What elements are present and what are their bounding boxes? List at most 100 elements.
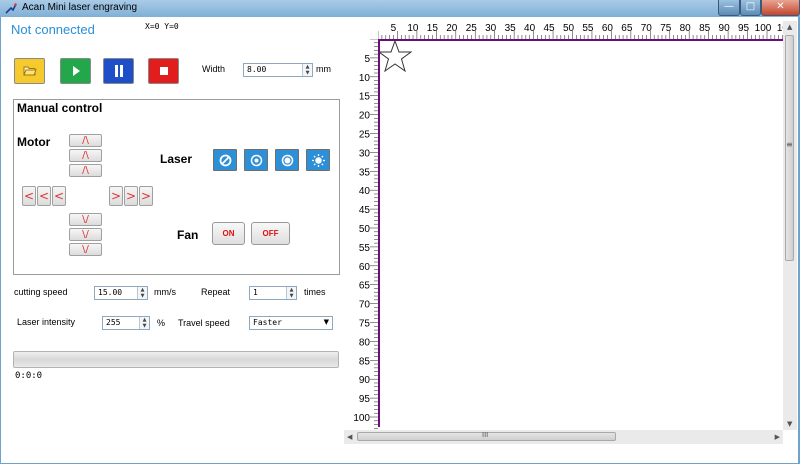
motor-down-2-button[interactable]: \/: [69, 228, 102, 241]
laser-intensity-unit: %: [157, 318, 166, 328]
cutting-speed-unit: mm/s: [154, 287, 176, 297]
scroll-left-icon[interactable]: ◀: [347, 433, 352, 441]
repeat-value: 1: [253, 288, 258, 297]
horizontal-scroll-thumb[interactable]: III: [357, 431, 616, 441]
width-value: 8.00: [247, 65, 267, 74]
cutting-speed-stepper[interactable]: ▲ ▼: [137, 287, 147, 299]
ruler-label-v: 95: [359, 394, 371, 405]
vertical-scrollbar[interactable]: ▲ ≡ ▼: [783, 21, 797, 430]
horizontal-scrollbar[interactable]: ◀ III ▶: [344, 430, 783, 444]
ruler-label-h: 30: [485, 23, 497, 34]
repeat-stepper[interactable]: ▲ ▼: [286, 287, 296, 299]
connection-status: Not connected: [11, 22, 95, 37]
ruler-label-h: 35: [505, 23, 517, 34]
folder-icon: [23, 66, 37, 76]
motor-up-3-button[interactable]: /\: [69, 164, 102, 177]
fan-label: Fan: [177, 228, 199, 242]
manual-control-title: Manual control: [17, 101, 103, 115]
sun-icon: [312, 154, 325, 167]
ruler-label-v: 60: [359, 262, 371, 273]
open-file-button[interactable]: [14, 58, 45, 84]
laser-intensity-stepper[interactable]: ▲ ▼: [139, 317, 149, 329]
stop-icon: [160, 67, 168, 75]
motor-up-1-button[interactable]: /\: [69, 134, 102, 147]
window-title: Acan Mini laser engraving: [22, 2, 138, 13]
ruler-label-h: 85: [699, 23, 711, 34]
vertical-grip: ≡: [786, 140, 793, 149]
motor-right-3-button[interactable]: >: [139, 186, 153, 206]
maximize-button[interactable]: □: [740, 0, 761, 16]
scroll-right-icon[interactable]: ▶: [775, 433, 780, 441]
ruler-label-h: 75: [660, 23, 672, 34]
motor-left-2-button[interactable]: <: [37, 186, 51, 206]
position-readout: X=0 Y=0: [145, 22, 179, 31]
motor-up-2-button[interactable]: /\: [69, 149, 102, 162]
ruler-label-h: 90: [719, 23, 731, 34]
ruler-label-v: 80: [359, 337, 371, 348]
prohibited-icon: [219, 154, 232, 167]
motor-left-1-button[interactable]: <: [52, 186, 66, 206]
ruler-label-h: 45: [543, 23, 555, 34]
start-button[interactable]: [60, 58, 91, 84]
ruler-label-h: 25: [466, 23, 478, 34]
motor-right-2-button[interactable]: >: [124, 186, 138, 206]
width-input[interactable]: 8.00 ▲ ▼: [243, 63, 313, 77]
ruler-label-h: 20: [446, 23, 458, 34]
fan-on-button[interactable]: ON: [212, 222, 245, 245]
ruler-label-v: 20: [359, 111, 371, 122]
laser-off-button[interactable]: [213, 149, 237, 171]
ruler-label-v: 35: [359, 167, 371, 178]
vertical-scroll-thumb[interactable]: ≡: [785, 35, 794, 261]
ruler-label-h: 65: [621, 23, 633, 34]
target-small-icon: [250, 154, 263, 167]
laser-intensity-value: 255: [106, 318, 121, 327]
ruler-label-h: 80: [680, 23, 692, 34]
minimize-button[interactable]: —: [718, 0, 740, 16]
pause-icon: [115, 65, 123, 77]
ruler-label-v: 70: [359, 300, 371, 311]
manual-control-panel: Manual control Motor /\ /\ /\ < < < > > …: [13, 99, 340, 275]
target-large-icon: [281, 154, 294, 167]
ruler-label-v: 10: [359, 73, 371, 84]
ruler-label-v: 90: [359, 375, 371, 386]
stop-button[interactable]: [148, 58, 179, 84]
laser-intensity-label: Laser intensity: [17, 317, 76, 327]
laser-low-button[interactable]: [244, 149, 268, 171]
pause-button[interactable]: [103, 58, 134, 84]
title-bar: Acan Mini laser engraving — □ ✕: [0, 0, 800, 17]
scroll-down-icon[interactable]: ▼: [787, 420, 792, 428]
cutting-speed-input[interactable]: 15.00 ▲ ▼: [94, 286, 148, 300]
laser-intensity-input[interactable]: 255 ▲ ▼: [102, 316, 150, 330]
motor-down-3-button[interactable]: \/: [69, 243, 102, 256]
app-icon: [5, 3, 17, 14]
ruler-label-h: 15: [427, 23, 439, 34]
cutting-speed-value: 15.00: [98, 288, 123, 297]
fan-off-button[interactable]: OFF: [251, 222, 290, 245]
repeat-label: Repeat: [201, 287, 231, 297]
close-button[interactable]: ✕: [761, 0, 800, 16]
ruler-label-h: 5: [391, 23, 397, 34]
repeat-input[interactable]: 1 ▲ ▼: [249, 286, 297, 300]
ruler-label-h: 40: [524, 23, 536, 34]
ruler-label-h: 50: [563, 23, 575, 34]
laser-medium-button[interactable]: [275, 149, 299, 171]
horizontal-grip: III: [482, 431, 489, 439]
motor-down-1-button[interactable]: \/: [69, 213, 102, 226]
repeat-unit: times: [304, 287, 326, 297]
star-shape[interactable]: [378, 40, 412, 72]
chevron-down-icon: ▼: [323, 318, 329, 326]
scroll-up-icon[interactable]: ▲: [787, 23, 792, 31]
ruler-label-v: 15: [359, 92, 371, 103]
laser-high-button[interactable]: [306, 149, 330, 171]
travel-speed-select[interactable]: Faster ▼: [249, 316, 333, 330]
motor-left-3-button[interactable]: <: [22, 186, 36, 206]
vertical-ruler: 5 10 15 20 25 30 35 40 45 50 55 60 65 70 75 80 85 90 95 100: [353, 39, 378, 429]
motor-right-1-button[interactable]: >: [109, 186, 123, 206]
width-stepper[interactable]: ▲ ▼: [302, 64, 312, 76]
work-area-border: [378, 39, 788, 427]
progress-bar: [13, 351, 339, 368]
cutting-speed-label: cutting speed: [14, 287, 68, 297]
ruler-label-h: 55: [582, 23, 594, 34]
width-label: Width: [202, 64, 226, 74]
ruler-label-h: 100: [755, 23, 772, 34]
